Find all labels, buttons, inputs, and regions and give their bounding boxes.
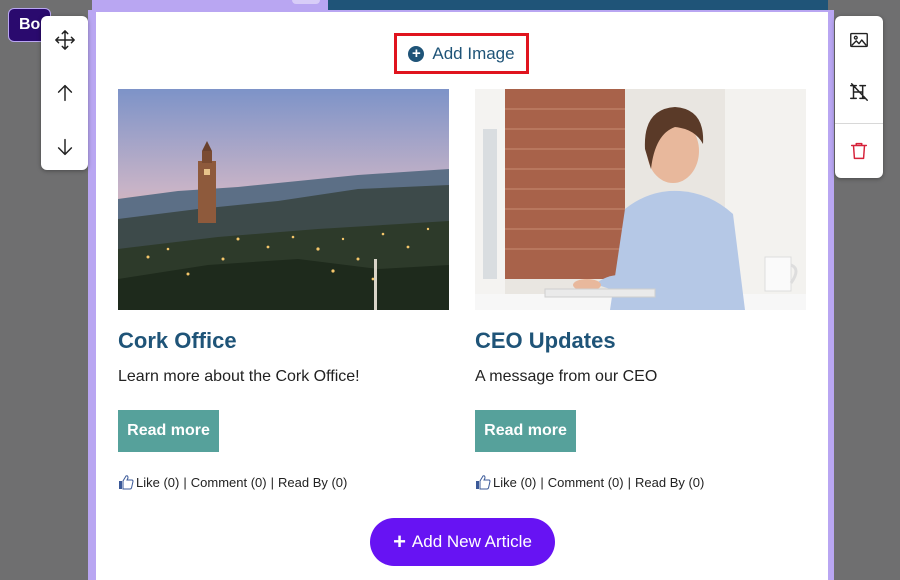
toolbar-divider (835, 123, 883, 124)
move-icon (54, 30, 75, 50)
article-description: Learn more about the Cork Office! (118, 368, 360, 385)
social-actions: Like (0) | Comment (0) | Read By (0) (475, 474, 806, 490)
read-by-link[interactable]: Read By (0) (635, 475, 704, 490)
move-up-button[interactable] (41, 73, 88, 113)
like-link[interactable]: Like (0) (136, 475, 179, 490)
comment-link[interactable]: Comment (0) (548, 475, 624, 490)
delete-button[interactable] (835, 131, 882, 171)
plus-circle-icon: + (408, 45, 425, 62)
read-more-button[interactable]: Read more (475, 410, 576, 452)
add-image-label: Add Image (432, 43, 515, 63)
thumbs-up-icon[interactable] (118, 474, 134, 490)
move-button[interactable] (41, 20, 88, 60)
arrow-down-icon (57, 138, 72, 156)
move-down-button[interactable] (41, 127, 88, 167)
separator: | (270, 474, 274, 490)
thumbs-up-icon[interactable] (475, 474, 491, 490)
article-card: CEO Updates A message from our CEO Read … (475, 89, 806, 490)
article-card: Cork Office Learn more about the Cork Of… (118, 89, 449, 490)
image-icon (849, 32, 868, 48)
separator: | (540, 474, 544, 490)
separator: | (627, 474, 631, 490)
add-new-article-button[interactable]: + Add New Article (370, 518, 555, 566)
like-link[interactable]: Like (0) (493, 475, 536, 490)
article-description: A message from our CEO (475, 368, 658, 385)
block-toolbar-right (835, 16, 883, 178)
arrow-up-icon (57, 84, 72, 102)
article-image-cork[interactable] (118, 89, 449, 310)
article-title[interactable]: CEO Updates (475, 328, 806, 354)
article-image-ceo[interactable] (475, 89, 806, 310)
read-by-link[interactable]: Read By (0) (278, 475, 347, 490)
block-toolbar-left (41, 16, 88, 170)
separator: | (183, 474, 187, 490)
comment-link[interactable]: Comment (0) (191, 475, 267, 490)
heading-clear-icon (849, 83, 868, 101)
plus-icon: + (393, 529, 406, 554)
social-actions: Like (0) | Comment (0) | Read By (0) (118, 474, 449, 490)
add-new-article-label: Add New Article (411, 532, 532, 551)
add-image-button[interactable]: + Add Image (394, 33, 529, 74)
read-more-button[interactable]: Read more (118, 410, 219, 452)
article-title[interactable]: Cork Office (118, 328, 449, 354)
clear-heading-button[interactable] (835, 72, 882, 112)
trash-icon (850, 142, 867, 160)
image-settings-button[interactable] (835, 20, 882, 60)
